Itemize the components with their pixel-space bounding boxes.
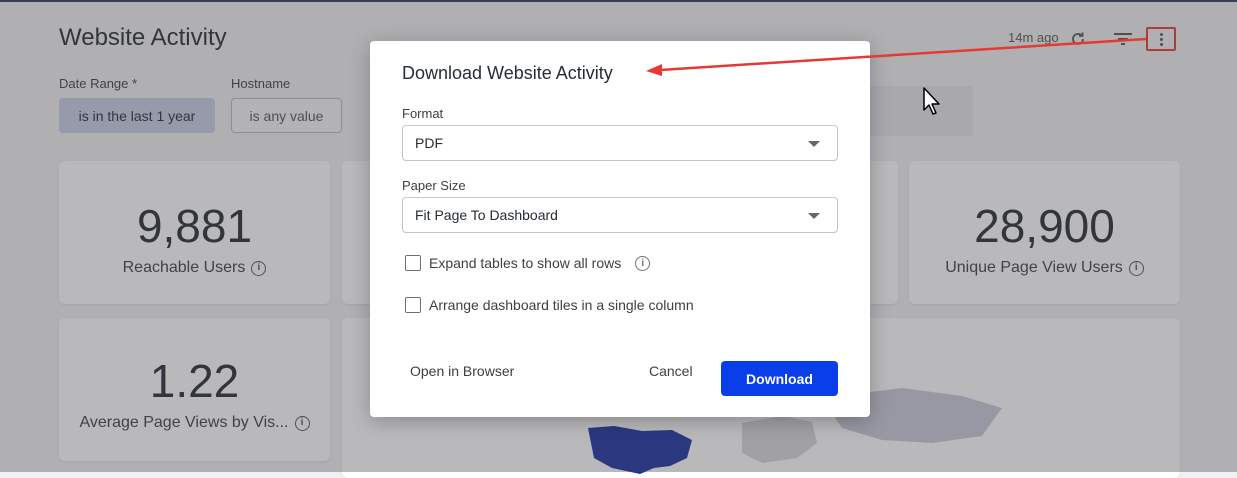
mouse-cursor-icon: [923, 87, 940, 115]
annotation-arrow: [646, 37, 1147, 76]
